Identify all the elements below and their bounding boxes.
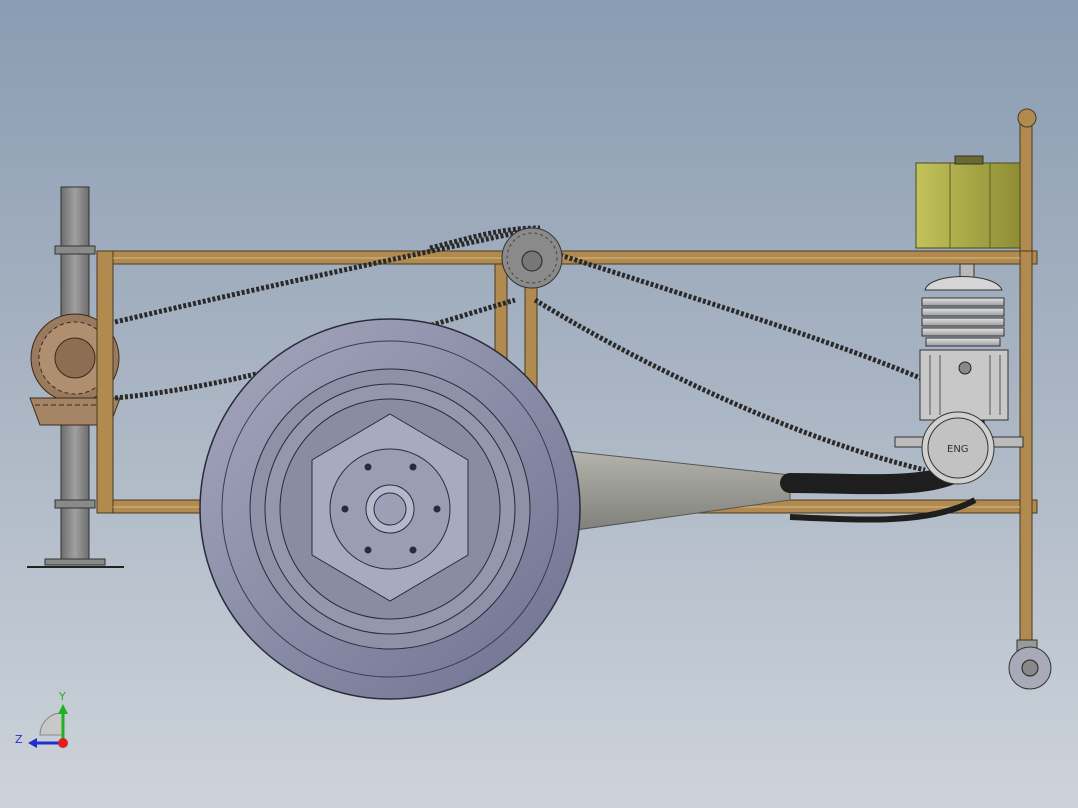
engine-block[interactable]: ENG <box>894 263 1024 485</box>
x-axis-icon <box>58 738 68 748</box>
engine-label: ENG <box>947 444 969 455</box>
rear-wheel[interactable] <box>199 318 581 700</box>
caster-wheel[interactable] <box>1008 639 1052 690</box>
sprocket-icon <box>501 227 563 289</box>
graphics-viewport[interactable]: ENG Y Z <box>0 0 1078 808</box>
coordinate-triad: Y Z <box>15 690 68 748</box>
y-axis-label: Y <box>58 690 66 703</box>
fuel-tank[interactable] <box>915 155 1021 249</box>
z-axis-label: Z <box>15 733 23 746</box>
handle-knob[interactable] <box>1017 108 1037 128</box>
